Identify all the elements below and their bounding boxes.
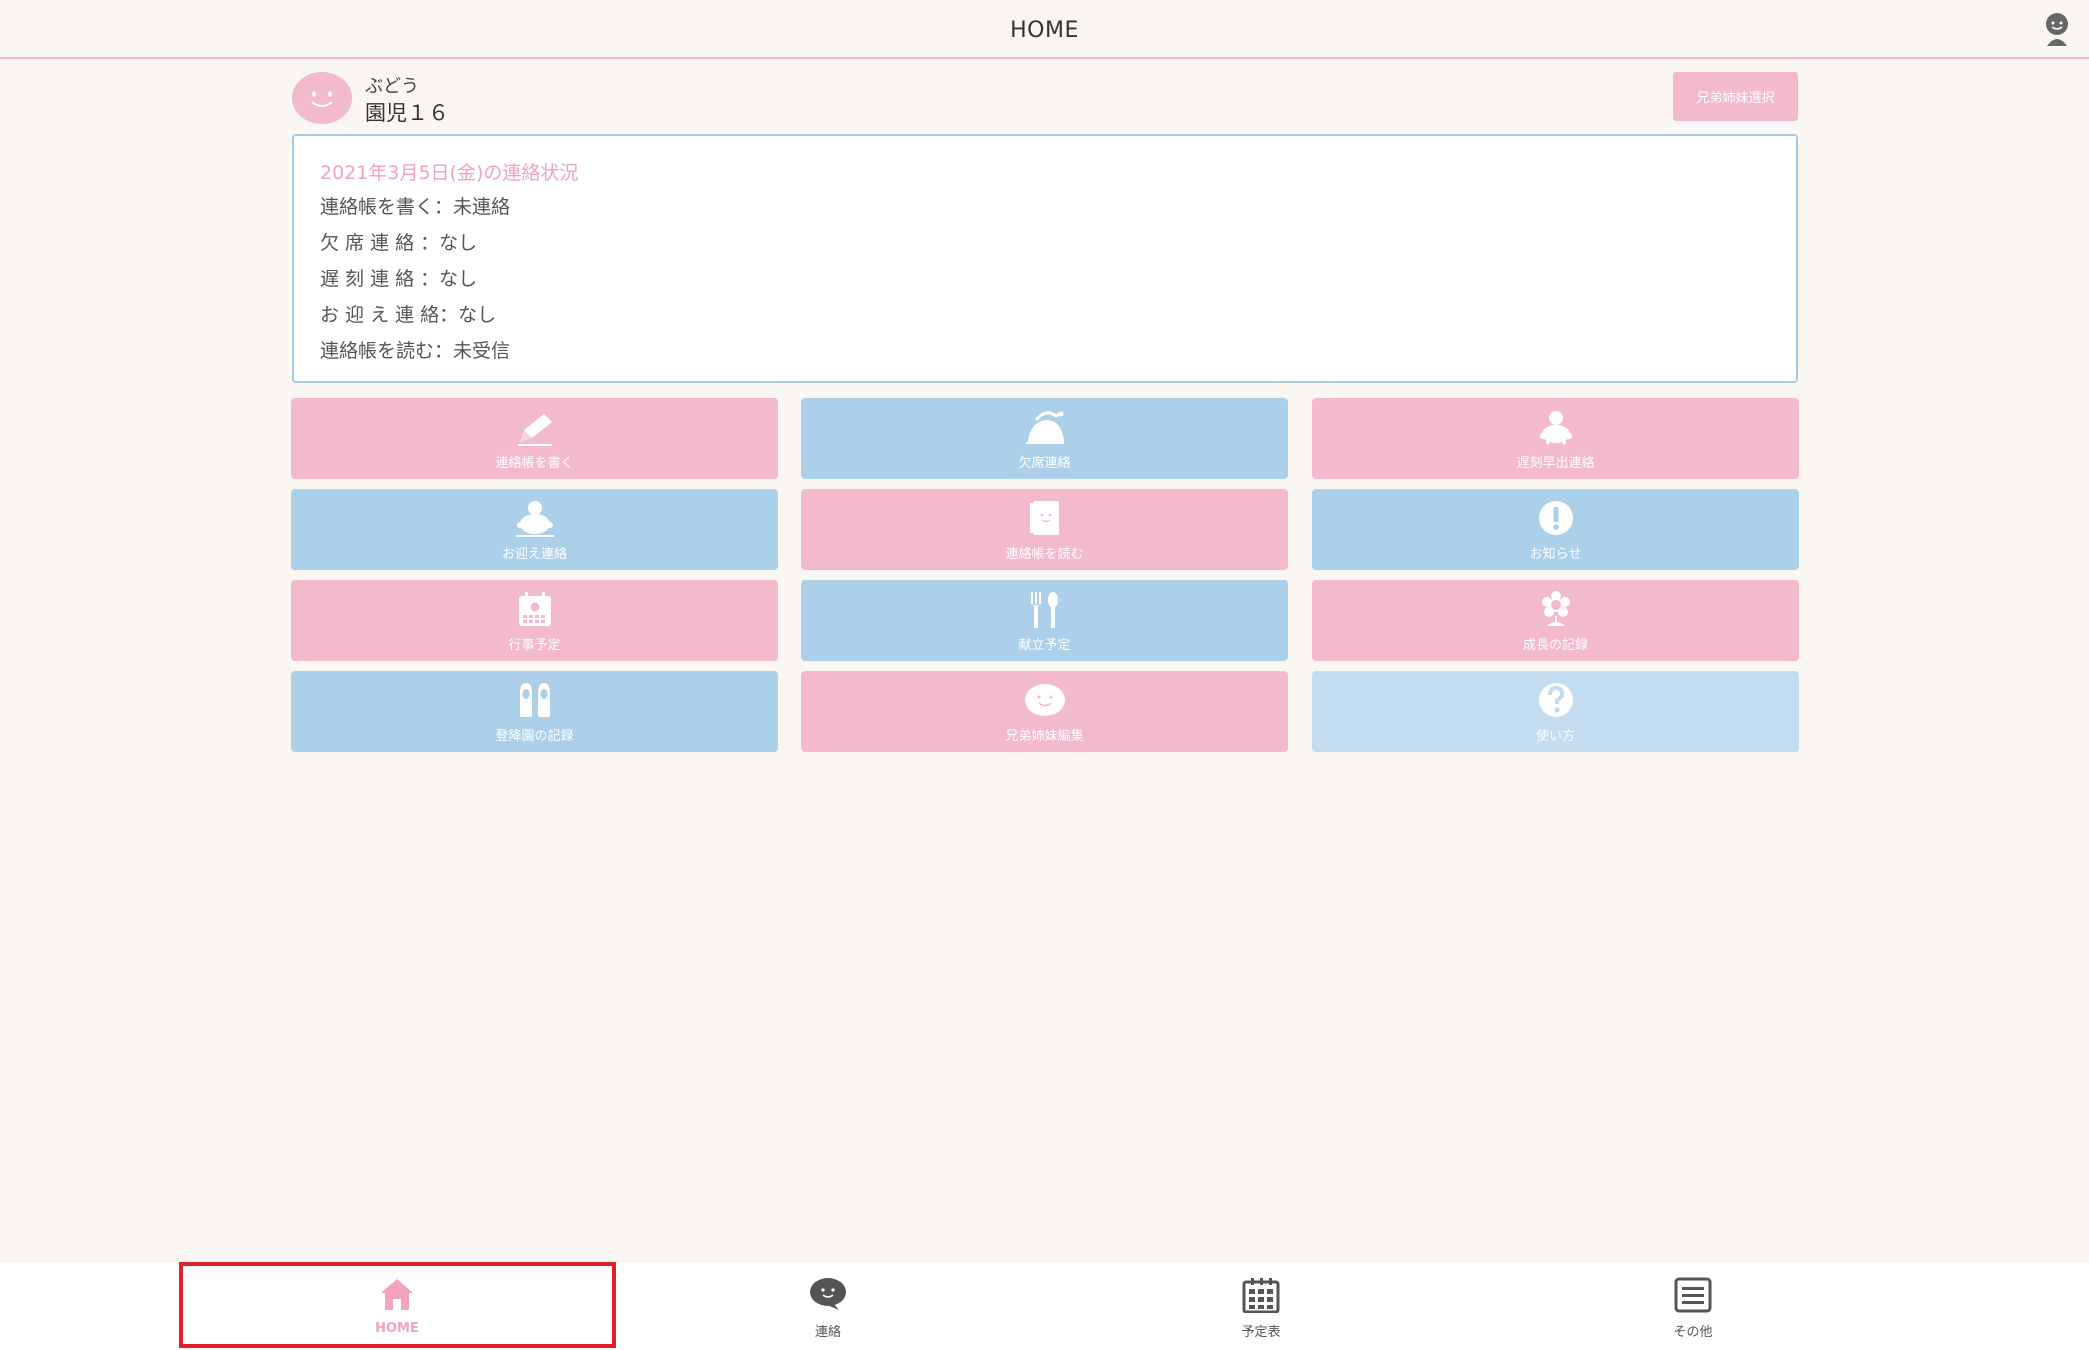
turtle-pickup-icon bbox=[516, 501, 554, 537]
menu-label: 兄弟姉妹編集 bbox=[1005, 729, 1084, 744]
contact-status-panel: 2021年3月5日(金)の連絡状況 連絡帳を書く：未連絡 欠 席 連 絡 ：なし… bbox=[292, 134, 1798, 383]
menu-write-notebook[interactable]: 連絡帳を書く bbox=[291, 398, 778, 479]
fork-spoon-icon bbox=[1031, 592, 1058, 628]
sleeping-turtle-icon bbox=[1026, 411, 1064, 444]
menu-label: お知らせ bbox=[1529, 547, 1582, 562]
sibling-select-button[interactable]: 兄弟姉妹選択 bbox=[1673, 72, 1798, 121]
menu-meal-plan[interactable]: 献立予定 bbox=[801, 580, 1288, 661]
bottom-nav: HOME 連絡 予定表 その他 bbox=[0, 1263, 2089, 1350]
menu-icon bbox=[1674, 1277, 1712, 1313]
nav-label: 予定表 bbox=[1241, 1325, 1281, 1340]
question-icon bbox=[1539, 683, 1573, 717]
menu-label: 成長の記録 bbox=[1522, 638, 1588, 653]
user-icon[interactable] bbox=[2043, 12, 2071, 48]
menu-attendance-record[interactable]: 登降園の記録 bbox=[291, 671, 778, 752]
status-row-read-notebook: 連絡帳を読む：未受信 bbox=[320, 340, 511, 362]
class-name: ぶどう bbox=[365, 76, 419, 97]
menu-label: 遅刻早出連絡 bbox=[1516, 456, 1595, 471]
menu-sibling-edit[interactable]: 兄弟姉妹編集 bbox=[801, 671, 1288, 752]
child-name: 園児１６ bbox=[365, 101, 449, 125]
nav-schedule[interactable]: 予定表 bbox=[1045, 1263, 1477, 1350]
chat-bubble-icon bbox=[810, 1278, 846, 1310]
status-row-absence: 欠 席 連 絡 ：なし bbox=[320, 232, 478, 254]
nav-contact[interactable]: 連絡 bbox=[612, 1263, 1044, 1350]
menu-read-notebook[interactable]: 連絡帳を読む bbox=[801, 489, 1288, 570]
menu-label: 使い方 bbox=[1535, 729, 1575, 744]
menu-label: 欠席連絡 bbox=[1018, 456, 1071, 471]
exclamation-icon bbox=[1539, 501, 1573, 535]
header: HOME bbox=[0, 0, 2089, 59]
menu-events[interactable]: 行事予定 bbox=[291, 580, 778, 661]
status-row-write-notebook: 連絡帳を書く：未連絡 bbox=[320, 196, 511, 218]
status-title: 2021年3月5日(金)の連絡状況 bbox=[320, 162, 579, 184]
menu-label: お迎え連絡 bbox=[501, 547, 567, 562]
menu-growth-record[interactable]: 成長の記録 bbox=[1312, 580, 1799, 661]
calendar-icon bbox=[519, 592, 551, 626]
menu-absence[interactable]: 欠席連絡 bbox=[801, 398, 1288, 479]
menu-label: 行事予定 bbox=[508, 638, 561, 653]
child-avatar-icon bbox=[292, 72, 352, 124]
home-icon bbox=[381, 1279, 413, 1310]
status-row-pickup: お 迎 え 連 絡：なし bbox=[320, 304, 497, 326]
nav-label: その他 bbox=[1673, 1325, 1713, 1340]
menu-label: 献立予定 bbox=[1018, 638, 1071, 653]
nav-label: HOME bbox=[375, 1321, 419, 1336]
menu-notices[interactable]: お知らせ bbox=[1312, 489, 1799, 570]
flower-icon bbox=[1542, 591, 1570, 626]
menu-pickup[interactable]: お迎え連絡 bbox=[291, 489, 778, 570]
smile-bubble-icon bbox=[1025, 684, 1065, 716]
menu-label: 連絡帳を書く bbox=[495, 456, 574, 471]
nav-home[interactable]: HOME bbox=[181, 1263, 613, 1350]
menu-label: 登降園の記録 bbox=[495, 729, 574, 744]
menu-late-early[interactable]: 遅刻早出連絡 bbox=[1312, 398, 1799, 479]
shoes-icon bbox=[520, 683, 550, 717]
turtle-icon bbox=[1540, 411, 1572, 445]
status-row-late: 遅 刻 連 絡 ：なし bbox=[320, 268, 478, 290]
nav-other[interactable]: その他 bbox=[1477, 1263, 1909, 1350]
calendar-icon bbox=[1242, 1278, 1280, 1313]
nav-label: 連絡 bbox=[814, 1325, 841, 1340]
page-title: HOME bbox=[1010, 18, 1079, 43]
menu-label: 連絡帳を読む bbox=[1005, 547, 1084, 562]
pencil-icon bbox=[518, 414, 552, 446]
menu-how-to-use[interactable]: 使い方 bbox=[1312, 671, 1799, 752]
notebook-icon bbox=[1030, 501, 1059, 535]
